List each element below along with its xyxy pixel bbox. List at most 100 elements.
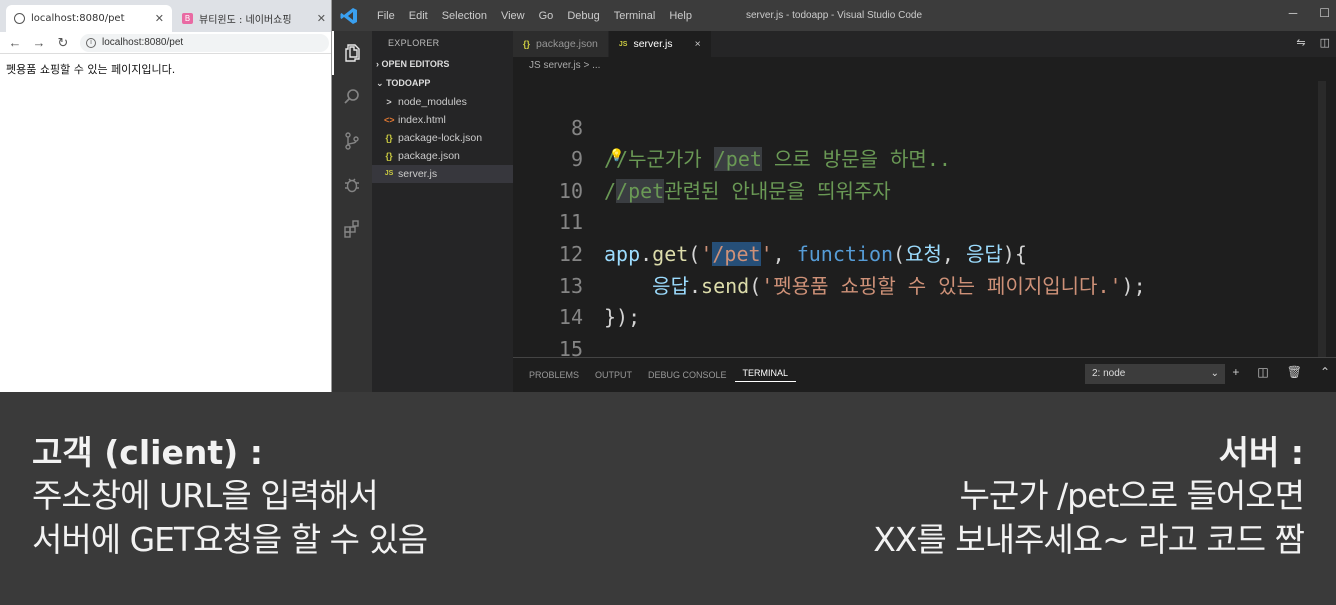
tab-problems[interactable]: PROBLEMS [521,370,587,380]
browser-window: localhost:8080/pet ✕ B 뷰티윈도 : 네이버쇼핑 ✕ ← … [0,0,332,392]
tab-server-js[interactable]: JS server.js × [608,31,712,57]
source-control-icon[interactable] [332,119,372,163]
project-folder[interactable]: ⌄ TODOAPP [372,74,513,93]
menu-terminal[interactable]: Terminal [607,10,663,22]
browser-tab-label: localhost:8080/pet [31,13,125,24]
project-label: TODOAPP [386,78,431,88]
explorer-sidebar: EXPLORER › OPEN EDITORS ⌄ TODOAPP > node… [372,31,513,392]
extensions-icon[interactable] [332,207,372,251]
open-editors-section[interactable]: › OPEN EDITORS [372,55,513,74]
json-file-icon: {} [385,133,393,143]
activity-bar [332,31,372,392]
editor-area: {} package.json JS server.js × ⇋ ◫ JS se… [513,31,1336,392]
split-editor-icon[interactable]: ◫ [1320,36,1330,49]
open-editors-label: OPEN EDITORS [381,59,450,69]
menu-view[interactable]: View [494,10,532,22]
close-icon[interactable]: ✕ [317,12,326,25]
add-terminal-icon[interactable]: + [1232,365,1239,379]
chevron-down-icon: ⌄ [376,78,384,88]
vscode-logo-icon [340,7,360,25]
close-icon[interactable]: × [695,38,701,50]
panel-actions: + ◫ 🗑 ⌃ [1232,365,1330,379]
caption-overlay: 고객 (client) : 주소창에 URL을 입력해서 서버에 GET요청을 … [0,392,1336,605]
caption-left-title: 고객 (client) : [32,433,263,472]
menu-help[interactable]: Help [662,10,699,22]
file-label: index.html [398,114,446,126]
code-line: 11 app.get('/pet', function(요청, 응답){ [513,176,1336,266]
menu-edit[interactable]: Edit [402,10,435,22]
json-file-icon: {} [523,39,531,49]
tab-package-json[interactable]: {} package.json [513,31,609,57]
minimize-icon[interactable]: ─ [1289,6,1298,20]
explorer-icon[interactable] [332,31,372,75]
browser-tab-naver[interactable]: B 뷰티윈도 : 네이버쇼핑 ✕ [174,5,334,32]
info-icon[interactable]: i [86,37,96,48]
menu-debug[interactable]: Debug [560,10,606,22]
tab-label: server.js [633,38,673,50]
reload-icon[interactable]: ↻ [56,35,70,51]
code-line: 16 [513,334,1336,357]
compare-icon[interactable]: ⇋ [1296,36,1305,49]
caption-right-title: 서버 : [1218,433,1304,472]
explorer-header: EXPLORER [388,38,440,48]
tab-label: package.json [536,38,598,50]
file-label: node_modules [398,96,467,108]
forward-arrow-icon[interactable]: → [32,35,46,50]
vscode-window: File Edit Selection View Go Debug Termin… [332,0,1336,392]
file-package-json[interactable]: {} package.json [372,147,513,165]
menu-file[interactable]: File [370,10,402,22]
file-label: server.js [398,168,438,180]
chevron-right-icon: > [386,97,392,107]
chevron-up-icon[interactable]: ⌃ [1320,365,1330,379]
chevron-right-icon: › [376,59,379,69]
split-terminal-icon[interactable]: ◫ [1257,365,1268,379]
tab-debug-console[interactable]: DEBUG CONSOLE [640,370,735,380]
code-line: 10 💡 [513,144,1336,203]
html-file-icon: <> [384,115,395,125]
code-line: 13 }); [513,239,1336,330]
browser-tab-bar: localhost:8080/pet ✕ B 뷰티윈도 : 네이버쇼핑 ✕ [0,0,331,32]
menu-selection[interactable]: Selection [435,10,494,22]
close-icon[interactable]: ✕ [155,12,164,25]
editor-actions: ⇋ ◫ [1296,36,1330,49]
trash-icon[interactable]: 🗑 [1287,365,1302,379]
caption-right-line: 누군가 /pet으로 들어오면 [959,476,1305,515]
lightbulb-icon[interactable]: 💡 [609,140,624,172]
url-text: localhost:8080/pet [102,37,184,48]
maximize-icon[interactable]: ☐ [1319,6,1330,20]
naver-shopping-icon: B [182,13,193,24]
code-editor[interactable]: 8 //누군가가 /pet 으로 방문을 하면.. 9 //pet관련된 안내문… [513,81,1336,357]
file-label: package.json [398,150,460,162]
file-package-lock-json[interactable]: {} package-lock.json [372,129,513,147]
browser-tab-label: 뷰티윈도 : 네이버쇼핑 [199,15,292,26]
caption-left-line: 주소창에 URL을 입력해서 [32,476,379,515]
page-content: 펫용품 쇼핑할 수 있는 페이지입니다. [6,63,176,76]
code-line: 8 //누군가가 /pet 으로 방문을 하면.. [513,81,1336,172]
scrollbar[interactable] [1318,81,1326,357]
debug-icon[interactable] [332,163,372,207]
file-server-js[interactable]: JS server.js [372,165,513,183]
browser-tab-localhost[interactable]: localhost:8080/pet ✕ [6,5,172,32]
breadcrumb[interactable]: JS server.js > ... [513,57,1336,75]
file-label: package-lock.json [398,132,483,144]
url-input[interactable]: i localhost:8080/pet [80,33,329,52]
panel-tab-bar: PROBLEMS OUTPUT DEBUG CONSOLE TERMINAL 2… [513,357,1336,392]
file-node-modules[interactable]: > node_modules [372,93,513,111]
search-icon[interactable] [332,75,372,119]
menu-go[interactable]: Go [532,10,561,22]
address-bar: ← → ↻ i localhost:8080/pet [0,32,331,54]
file-index-html[interactable]: <> index.html [372,111,513,129]
tab-output[interactable]: OUTPUT [587,370,640,380]
globe-icon [14,13,25,24]
menu-bar: File Edit Selection View Go Debug Termin… [370,10,699,22]
caption-right: 서버 : 누군가 /pet으로 들어오면 XX를 보내주세요~ 라고 코드 짬 [873,432,1305,562]
terminal-select[interactable]: 2: node ⌄ [1085,364,1225,384]
code-line: 14 [513,271,1336,329]
caption-right-line: XX를 보내주세요~ 라고 코드 짬 [873,520,1305,559]
js-file-icon: JS [384,170,394,177]
tab-terminal[interactable]: TERMINAL [734,368,797,382]
back-arrow-icon[interactable]: ← [8,35,22,50]
editor-tabs: {} package.json JS server.js × ⇋ ◫ [513,31,1336,57]
caption-left-line: 서버에 GET요청을 할 수 있음 [32,520,428,559]
caption-left: 고객 (client) : 주소창에 URL을 입력해서 서버에 GET요청을 … [32,432,428,562]
